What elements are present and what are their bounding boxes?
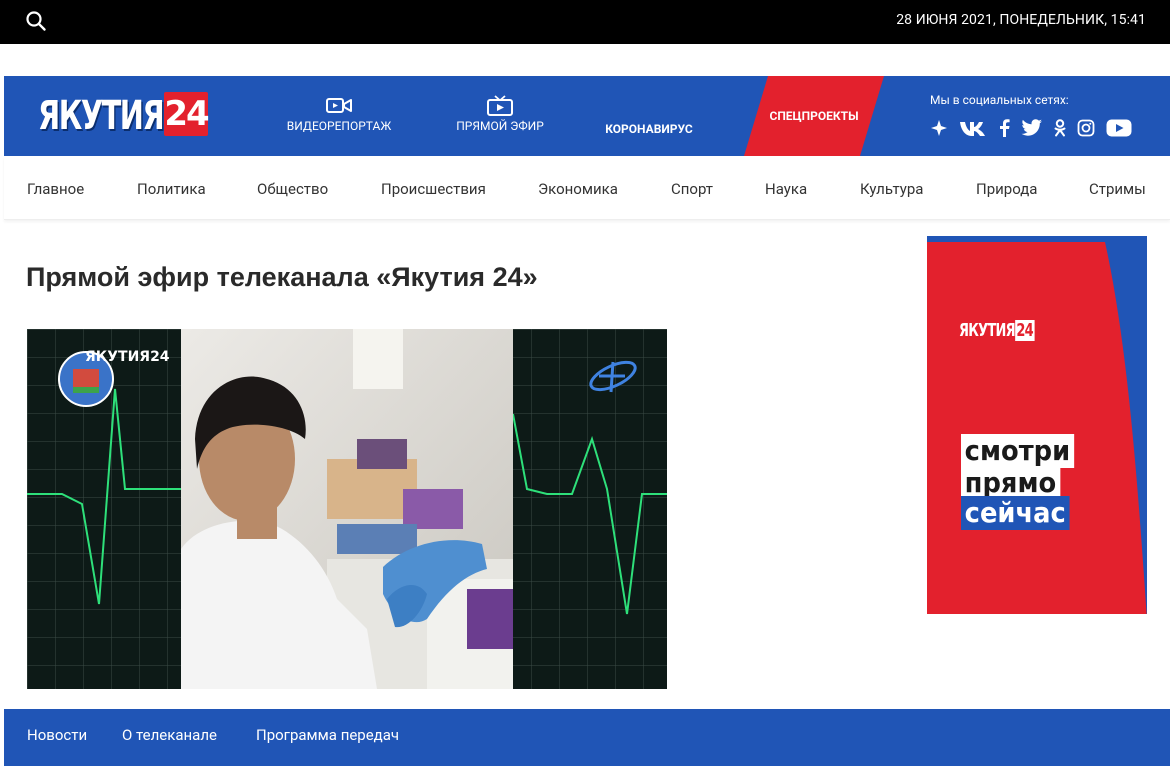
tv-play-icon xyxy=(450,95,550,117)
site-header: ЯКУТИЯ 24 ВИДЕОРЕПОРТАЖ ПРЯМОЙ ЭФИР КОРО… xyxy=(4,76,1170,156)
nav-coronavirus-label: КОРОНАВИРУС xyxy=(605,122,693,136)
banner-logo: ЯКУТИЯ24 xyxy=(959,320,1035,341)
video-camera-icon xyxy=(285,95,393,117)
category-economy[interactable]: Экономика xyxy=(538,180,618,198)
site-logo[interactable]: ЯКУТИЯ 24 xyxy=(36,90,210,140)
social-icons xyxy=(930,119,1160,137)
banner-line-1: смотри xyxy=(961,434,1074,468)
category-science[interactable]: Наука xyxy=(765,180,807,198)
top-bar: 28 ИЮНЯ 2021, ПОНЕДЕЛЬНИК, 15:41 xyxy=(0,0,1170,44)
category-society[interactable]: Общество xyxy=(257,180,328,198)
category-sport[interactable]: Спорт xyxy=(671,180,713,198)
special-projects-label: СПЕЦПРОЕКТЫ xyxy=(769,109,859,123)
social-networks: Мы в социальных сетях: xyxy=(930,93,1160,137)
odnoklassniki-icon[interactable] xyxy=(1054,119,1066,137)
live-video-player[interactable]: ЯКУТИЯ24 xyxy=(27,329,667,689)
banner-line-3: сейчас xyxy=(961,496,1070,530)
nav-live-broadcast[interactable]: ПРЯМОЙ ЭФИР xyxy=(450,76,550,156)
banner-background xyxy=(927,242,1147,614)
footer-about-link[interactable]: О телеканале xyxy=(122,726,217,744)
social-title: Мы в социальных сетях: xyxy=(930,93,1069,107)
vk-icon[interactable] xyxy=(959,119,987,137)
page-title: Прямой эфир телеканала «Якутия 24» xyxy=(26,262,538,292)
instagram-icon[interactable] xyxy=(1077,119,1095,137)
nav-coronavirus[interactable]: КОРОНАВИРУС xyxy=(602,76,696,156)
twitter-icon[interactable] xyxy=(1021,119,1043,137)
facebook-icon[interactable] xyxy=(998,119,1010,137)
current-datetime: 28 ИЮНЯ 2021, ПОНЕДЕЛЬНИК, 15:41 xyxy=(896,12,1146,28)
nav-live-broadcast-label: ПРЯМОЙ ЭФИР xyxy=(456,119,544,133)
nav-videoreportage-label: ВИДЕОРЕПОРТАЖ xyxy=(286,119,392,133)
category-nature[interactable]: Природа xyxy=(976,180,1037,198)
logo-text: ЯКУТИЯ xyxy=(38,93,165,139)
category-main[interactable]: Главное xyxy=(27,180,84,198)
special-projects-button[interactable]: СПЕЦПРОЕКТЫ xyxy=(744,76,884,156)
banner-line-2: прямо xyxy=(961,466,1060,500)
youtube-icon[interactable] xyxy=(1106,119,1132,137)
yandex-zen-icon[interactable] xyxy=(930,119,948,137)
category-politics[interactable]: Политика xyxy=(137,180,206,198)
footer-schedule-link[interactable]: Программа передач xyxy=(256,726,399,744)
banner-logo-number: 24 xyxy=(1014,320,1035,341)
category-culture[interactable]: Культура xyxy=(860,180,923,198)
footer-nav: Новости О телеканале Программа передач xyxy=(4,709,1170,766)
category-streams[interactable]: Стримы xyxy=(1089,180,1146,198)
logo-number: 24 xyxy=(164,92,210,136)
category-nav: Главное Политика Общество Происшествия Э… xyxy=(4,156,1170,220)
footer-news-link[interactable]: Новости xyxy=(27,726,87,744)
video-logo: ЯКУТИЯ24 xyxy=(85,349,170,365)
category-incidents[interactable]: Происшествия xyxy=(381,180,486,198)
promo-banner[interactable]: ЯКУТИЯ24 смотри прямо сейчас xyxy=(927,236,1147,614)
video-frame: ЯКУТИЯ24 xyxy=(27,329,667,689)
banner-logo-text: ЯКУТИЯ xyxy=(959,320,1016,341)
nav-videoreportage[interactable]: ВИДЕОРЕПОРТАЖ xyxy=(285,76,393,156)
search-icon[interactable] xyxy=(25,10,47,32)
